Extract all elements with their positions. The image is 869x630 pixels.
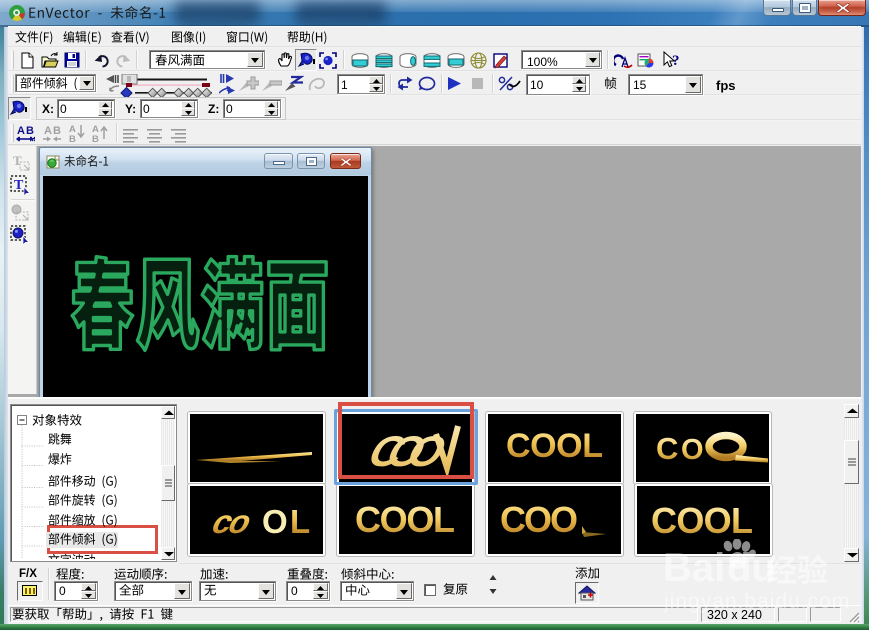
svg-text:O: O [262, 503, 288, 540]
svg-text:co: co [206, 504, 258, 540]
svg-text:COOL: COOL [355, 499, 455, 540]
svg-text:C: C [656, 431, 678, 466]
svg-text:?: ? [672, 53, 680, 69]
svg-text:COO: COO [500, 499, 578, 540]
svg-text:O: O [681, 434, 704, 466]
svg-text:COOL: COOL [506, 427, 603, 465]
svg-text:L: L [290, 503, 310, 540]
svg-text:COOL: COOL [651, 500, 753, 541]
